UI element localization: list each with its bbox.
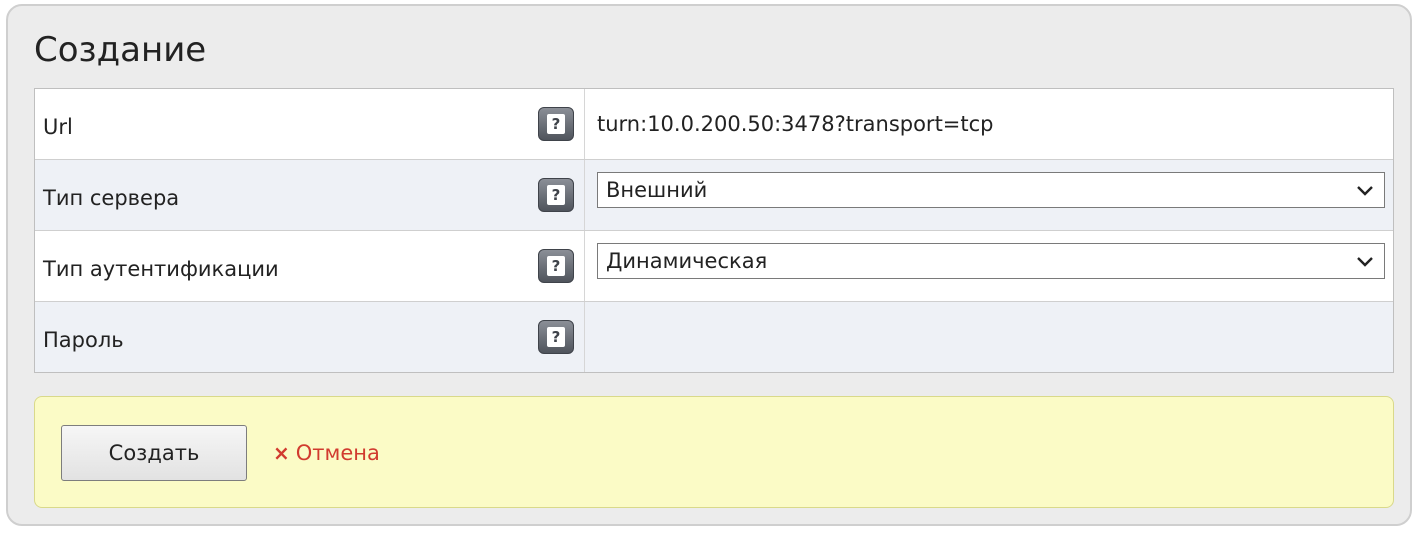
label-cell-server-type: Тип сервера ?	[35, 160, 585, 230]
field-label-auth-type: Тип аутентификации	[43, 257, 279, 281]
help-button-password[interactable]: ?	[538, 320, 574, 354]
form-row-auth-type: Тип аутентификации ? Динамическая	[35, 230, 1393, 301]
question-icon: ?	[547, 185, 565, 205]
create-panel: Создание Url ? turn:10.0.200.50:3478?tra…	[6, 4, 1412, 526]
close-icon: ×	[273, 441, 290, 465]
form-table: Url ? turn:10.0.200.50:3478?transport=tc…	[34, 88, 1394, 373]
cancel-link[interactable]: × Отмена	[273, 441, 380, 465]
url-value: turn:10.0.200.50:3478?transport=tcp	[597, 112, 994, 136]
create-button[interactable]: Создать	[61, 425, 247, 481]
server-type-selected-value: Внешний	[606, 178, 708, 202]
label-cell-auth-type: Тип аутентификации ?	[35, 231, 585, 301]
auth-type-selected-value: Динамическая	[606, 249, 768, 273]
server-type-select[interactable]: Внешний	[597, 172, 1385, 208]
question-icon: ?	[547, 256, 565, 276]
chevron-down-icon	[1357, 257, 1373, 267]
question-icon: ?	[547, 114, 565, 134]
field-label-password: Пароль	[43, 328, 124, 352]
actions-bar: Создать × Отмена	[34, 396, 1394, 508]
help-button-url[interactable]: ?	[538, 107, 574, 141]
chevron-down-icon	[1357, 186, 1373, 196]
server-type-cell: Внешний	[585, 160, 1393, 230]
form-row-server-type: Тип сервера ? Внешний	[35, 159, 1393, 230]
help-button-auth-type[interactable]: ?	[538, 249, 574, 283]
form-row-password: Пароль ?	[35, 301, 1393, 372]
auth-type-cell: Динамическая	[585, 231, 1393, 301]
field-label-url: Url	[43, 115, 73, 139]
password-value	[585, 302, 1393, 372]
form-row-url: Url ? turn:10.0.200.50:3478?transport=tc…	[35, 89, 1393, 159]
page-title: Создание	[34, 30, 207, 70]
label-cell-password: Пароль ?	[35, 302, 585, 372]
cancel-label: Отмена	[295, 441, 380, 465]
help-button-server-type[interactable]: ?	[538, 178, 574, 212]
question-icon: ?	[547, 327, 565, 347]
field-label-server-type: Тип сервера	[43, 186, 180, 210]
label-cell-url: Url ?	[35, 89, 585, 159]
auth-type-select[interactable]: Динамическая	[597, 243, 1385, 279]
